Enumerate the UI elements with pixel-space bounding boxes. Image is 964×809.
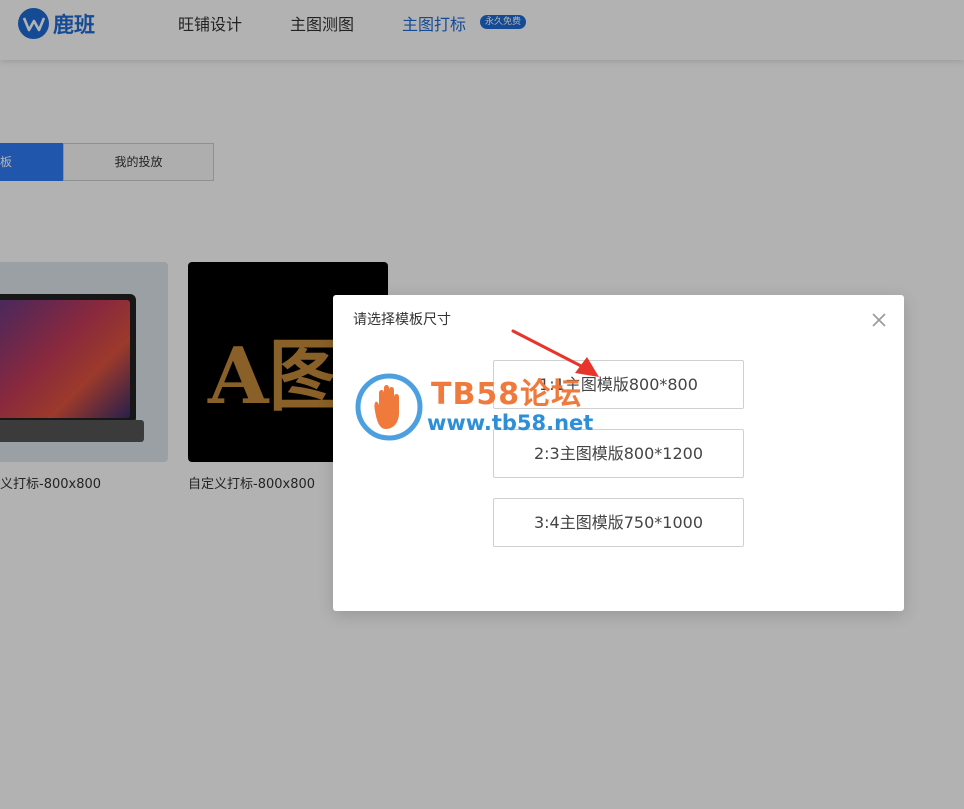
template-size-dialog: 请选择模板尺寸 1:1主图模版800*800 2:3主图模版800*1200 3… <box>333 295 904 611</box>
size-option-2-3[interactable]: 2:3主图模版800*1200 <box>493 429 744 478</box>
size-option-3-4[interactable]: 3:4主图模版750*1000 <box>493 498 744 547</box>
size-option-1-1[interactable]: 1:1主图模版800*800 <box>493 360 744 409</box>
close-icon[interactable] <box>870 311 888 329</box>
dialog-title: 请选择模板尺寸 <box>353 312 451 328</box>
